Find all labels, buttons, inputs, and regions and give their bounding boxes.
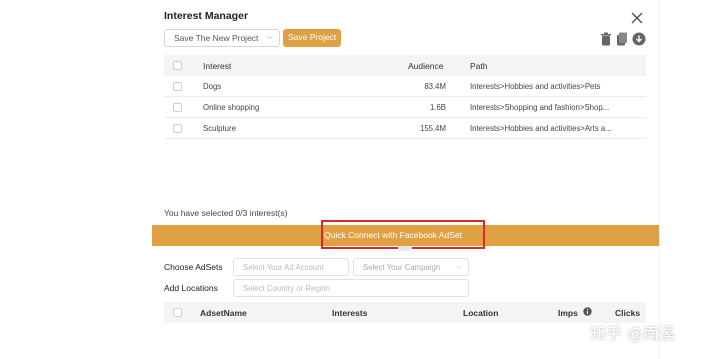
add-locations-label: Add Locations [164, 283, 218, 293]
adset-table-header: AdsetName Interests Location Imps Clicks [164, 302, 646, 323]
audience-size: 83.4M [424, 82, 446, 91]
backdrop [659, 0, 720, 359]
table-row[interactable]: Online shopping 1.6B Interests>Shopping … [164, 97, 646, 118]
interests-table-header: Interest Audience Path [164, 55, 646, 76]
col-location: Location [463, 308, 499, 318]
save-project-button[interactable]: Save Project [283, 29, 341, 47]
table-row[interactable]: Dogs 83.4M Interests>Hobbies and activit… [164, 76, 646, 97]
col-path: Path [470, 61, 488, 71]
select-all-checkbox[interactable] [173, 308, 182, 317]
audience-size: 1.6B [429, 103, 446, 112]
selection-status: You have selected 0/3 interest(s) [164, 208, 288, 218]
chevron-down-icon: ⌵ [455, 262, 462, 271]
interest-name: Sculpture [203, 124, 236, 133]
table-row[interactable]: Sculpture 155.4M Interests>Hobbies and a… [164, 118, 646, 139]
close-icon[interactable] [629, 10, 645, 26]
project-select-value: Save The New Project [174, 33, 259, 43]
interest-path: Interests>Hobbies and activities>Arts a.… [470, 124, 612, 133]
col-interest: Interest [203, 61, 232, 71]
row-checkbox[interactable] [173, 103, 182, 112]
choose-adsets-label: Choose AdSets [164, 262, 223, 272]
download-icon[interactable] [632, 32, 646, 46]
project-select[interactable]: Save The New Project ⌵ [164, 29, 280, 47]
collapse-handle[interactable] [398, 246, 412, 251]
campaign-placeholder: Select Your Campaign [363, 263, 441, 272]
row-checkbox[interactable] [173, 124, 182, 133]
col-clicks: Clicks [615, 308, 641, 318]
interest-name: Online shopping [203, 103, 260, 112]
audience-size: 155.4M [419, 124, 446, 133]
select-all-checkbox[interactable] [173, 61, 182, 70]
col-interests: Interests [332, 308, 368, 318]
row-checkbox[interactable] [173, 82, 182, 91]
copy-icon[interactable] [616, 32, 629, 46]
watermark: 知乎 @南溪 [590, 324, 676, 343]
dialog-title: Interest Manager [164, 10, 249, 22]
ad-account-select[interactable]: Select Your Ad Account [233, 258, 349, 276]
interest-path: Interests>Hobbies and activities>Pets [470, 82, 601, 91]
ad-account-placeholder: Select Your Ad Account [243, 263, 324, 272]
interest-path: Interests>Shopping and fashion>Shop... [470, 103, 610, 112]
locations-placeholder: Select Country or Region [243, 284, 331, 293]
campaign-select[interactable]: Select Your Campaign ⌵ [353, 258, 469, 276]
interest-name: Dogs [203, 82, 222, 91]
col-adsetname: AdsetName [200, 308, 247, 318]
info-icon[interactable] [583, 307, 592, 318]
col-audience: Audience [408, 61, 444, 71]
trash-icon[interactable] [600, 32, 613, 46]
locations-input[interactable]: Select Country or Region [233, 279, 469, 297]
col-imps: Imps [558, 308, 578, 318]
chevron-down-icon: ⌵ [266, 32, 273, 41]
highlight-box [321, 220, 485, 249]
